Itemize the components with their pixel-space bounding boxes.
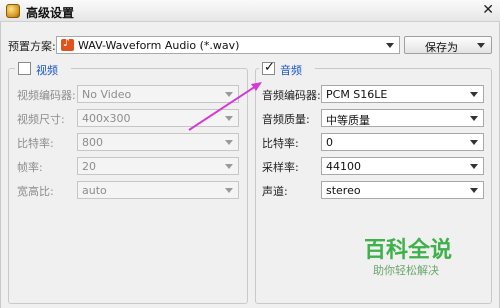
- video-size-select[interactable]: 400x300: [77, 109, 239, 127]
- audio-legend-label: 音频: [280, 64, 302, 77]
- video-codec-label: 视频编码器:: [17, 89, 76, 102]
- audio-samplerate-label: 采样率:: [262, 161, 299, 174]
- audio-quality-value: 中等质量: [326, 114, 370, 127]
- video-aspect-select[interactable]: auto: [77, 181, 239, 199]
- audio-codec-value: PCM S16LE: [326, 88, 388, 101]
- preset-value: WAV-Waveform Audio (*.wav): [78, 39, 240, 52]
- video-aspect-value: auto: [82, 184, 107, 197]
- chevron-down-icon: [470, 188, 478, 193]
- audio-codec-label: 音频编码器:: [262, 89, 321, 102]
- app-icon: [6, 4, 20, 18]
- audio-channels-value: stereo: [326, 184, 361, 197]
- video-codec-select[interactable]: No Video: [77, 85, 239, 103]
- video-codec-value: No Video: [82, 88, 132, 101]
- chevron-down-icon: [470, 116, 478, 121]
- save-as-label: 保存为: [425, 41, 458, 54]
- audio-enable-checkbox[interactable]: ✓: [262, 60, 275, 75]
- watermark-subtitle: 助你轻松解决: [373, 264, 439, 277]
- video-framerate-label: 帧率:: [17, 161, 43, 174]
- audio-samplerate-select[interactable]: 44100: [321, 157, 484, 175]
- chevron-down-icon: [477, 43, 485, 48]
- chevron-down-icon: [225, 188, 233, 193]
- save-as-button[interactable]: 保存为: [404, 36, 492, 54]
- video-bitrate-value: 800: [82, 136, 103, 149]
- video-framerate-value: 20: [82, 160, 96, 173]
- audio-quality-label: 音频质量:: [262, 113, 310, 126]
- audio-codec-select[interactable]: PCM S16LE: [321, 85, 484, 103]
- chevron-down-icon: [225, 92, 233, 97]
- video-bitrate-label: 比特率:: [17, 137, 54, 150]
- video-enable-checkbox[interactable]: [18, 62, 31, 75]
- audio-quality-select[interactable]: 中等质量: [321, 109, 484, 127]
- window-title: 高级设置: [26, 6, 75, 20]
- chevron-down-icon: [225, 164, 233, 169]
- chevron-down-icon: [470, 164, 478, 169]
- preset-label: 预置方案:: [8, 40, 56, 53]
- video-size-value: 400x300: [82, 112, 131, 125]
- chevron-down-icon: [470, 140, 478, 145]
- watermark-title: 百科全说: [364, 238, 453, 263]
- audio-bitrate-select[interactable]: 0: [321, 133, 484, 151]
- video-bitrate-select[interactable]: 800: [77, 133, 239, 151]
- chevron-down-icon: [225, 140, 233, 145]
- audio-channels-label: 声道:: [262, 185, 288, 198]
- video-legend-label: 视频: [36, 64, 58, 77]
- chevron-down-icon: [386, 43, 394, 48]
- chevron-down-icon: [470, 92, 478, 97]
- close-button[interactable]: ✕: [482, 2, 494, 18]
- video-size-label: 视频尺寸:: [17, 113, 65, 126]
- audio-channels-select[interactable]: stereo: [321, 181, 484, 199]
- audio-bitrate-label: 比特率:: [262, 137, 299, 150]
- video-framerate-select[interactable]: 20: [77, 157, 239, 175]
- audio-file-icon: [61, 36, 74, 51]
- preset-select[interactable]: WAV-Waveform Audio (*.wav): [56, 36, 400, 54]
- audio-samplerate-value: 44100: [326, 160, 361, 173]
- video-aspect-label: 宽高比:: [17, 185, 54, 198]
- title-bar: 高级设置 ✕: [0, 0, 500, 22]
- chevron-down-icon: [225, 116, 233, 121]
- audio-legend: ✓ 音频: [259, 60, 315, 77]
- check-icon: ✓: [264, 60, 275, 75]
- video-legend: 视频: [15, 61, 71, 77]
- audio-bitrate-value: 0: [326, 136, 333, 149]
